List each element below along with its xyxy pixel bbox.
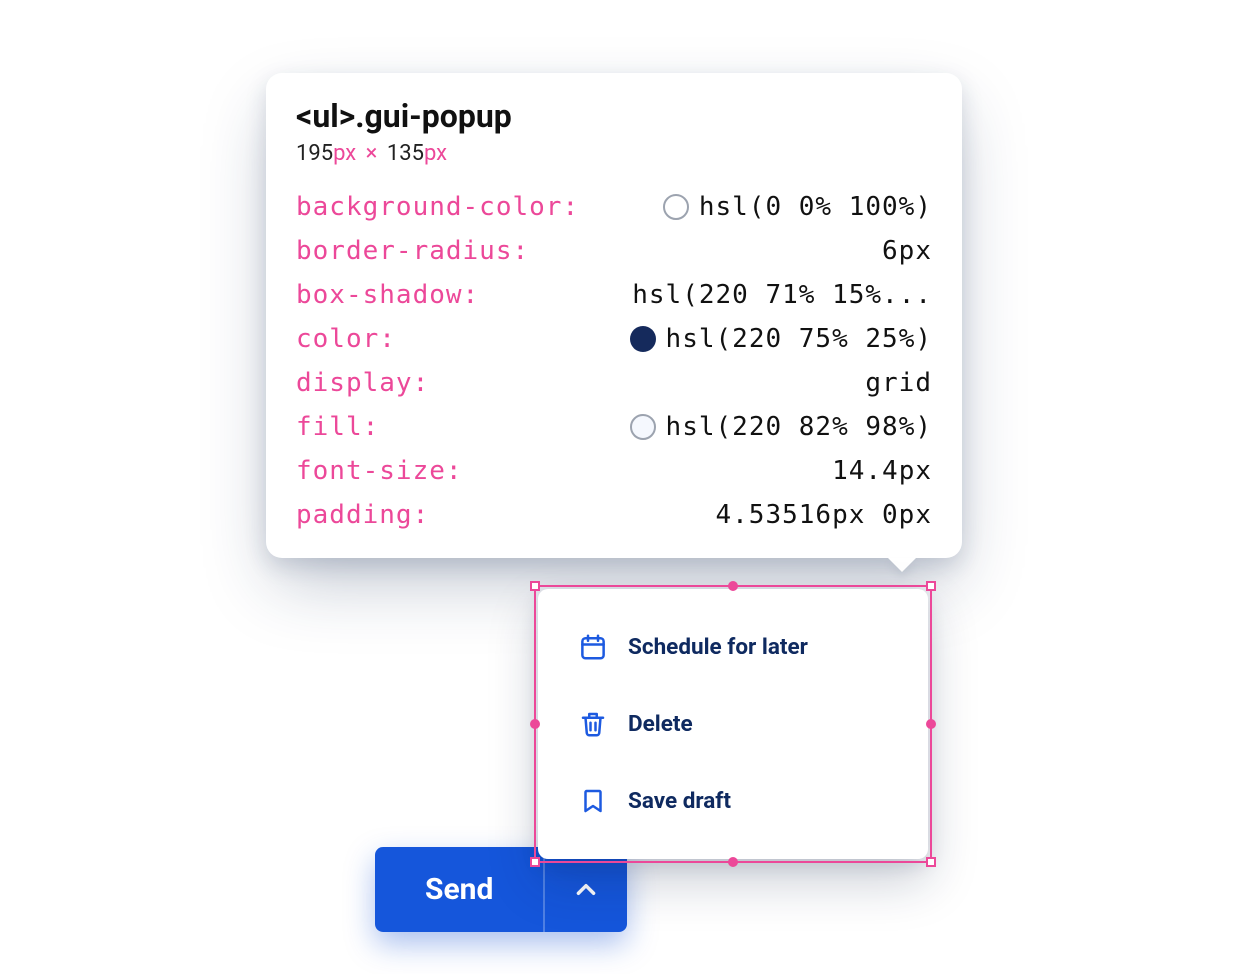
style-row: display: grid bbox=[296, 368, 932, 398]
resize-handle-icon bbox=[926, 581, 936, 591]
style-key: border-radius bbox=[296, 236, 513, 266]
style-value: hsl(220 71% 15%... bbox=[632, 280, 932, 310]
style-row: font-size: 14.4px bbox=[296, 456, 932, 486]
style-key: fill bbox=[296, 412, 363, 442]
trash-icon bbox=[578, 709, 608, 739]
style-key: box-shadow bbox=[296, 280, 463, 310]
popup-item-schedule[interactable]: Schedule for later bbox=[538, 616, 928, 678]
color-swatch-icon bbox=[630, 326, 656, 352]
color-swatch-icon bbox=[663, 194, 689, 220]
popup-item-label: Delete bbox=[628, 711, 693, 737]
style-rows: background-color: hsl(0 0% 100%) border-… bbox=[296, 192, 932, 530]
send-more-toggle[interactable] bbox=[545, 847, 627, 932]
style-row: color: hsl(220 75% 25%) bbox=[296, 324, 932, 354]
style-key: background-color bbox=[296, 192, 562, 222]
gui-popup[interactable]: Schedule for later Delete Save draft bbox=[538, 589, 928, 859]
style-key: font-size bbox=[296, 456, 446, 486]
popup-item-label: Schedule for later bbox=[628, 634, 808, 660]
popup-item-save-draft[interactable]: Save draft bbox=[538, 770, 928, 832]
element-dimensions: 195px × 135px bbox=[296, 141, 932, 166]
style-value: hsl(220 82% 98%) bbox=[630, 412, 932, 442]
send-button[interactable]: Send bbox=[375, 847, 545, 932]
resize-handle-icon bbox=[530, 581, 540, 591]
style-row: border-radius: 6px bbox=[296, 236, 932, 266]
chevron-up-icon bbox=[573, 877, 599, 903]
send-split-button: Send bbox=[375, 847, 627, 932]
popup-item-delete[interactable]: Delete bbox=[538, 693, 928, 755]
element-class: .gui-popup bbox=[355, 97, 512, 135]
popup-item-label: Save draft bbox=[628, 788, 731, 814]
style-key: color bbox=[296, 324, 379, 354]
style-value: 4.53516px 0px bbox=[716, 500, 933, 530]
color-swatch-icon bbox=[630, 414, 656, 440]
bookmark-icon bbox=[578, 786, 608, 816]
style-row: fill: hsl(220 82% 98%) bbox=[296, 412, 932, 442]
send-button-label: Send bbox=[425, 872, 493, 907]
style-value: 14.4px bbox=[832, 456, 932, 486]
style-value: hsl(0 0% 100%) bbox=[663, 192, 932, 222]
inspected-element-title: <ul>.gui-popup bbox=[296, 97, 932, 135]
calendar-icon bbox=[578, 632, 608, 662]
devtools-tooltip: <ul>.gui-popup 195px × 135px background-… bbox=[266, 73, 962, 558]
style-row: box-shadow: hsl(220 71% 15%... bbox=[296, 280, 932, 310]
style-value: hsl(220 75% 25%) bbox=[630, 324, 932, 354]
style-row: padding: 4.53516px 0px bbox=[296, 500, 932, 530]
style-key: padding bbox=[296, 500, 413, 530]
resize-handle-icon bbox=[926, 857, 936, 867]
style-row: background-color: hsl(0 0% 100%) bbox=[296, 192, 932, 222]
style-value: grid bbox=[865, 368, 932, 398]
style-value: 6px bbox=[882, 236, 932, 266]
element-tag: <ul> bbox=[296, 97, 355, 135]
style-key: display bbox=[296, 368, 413, 398]
